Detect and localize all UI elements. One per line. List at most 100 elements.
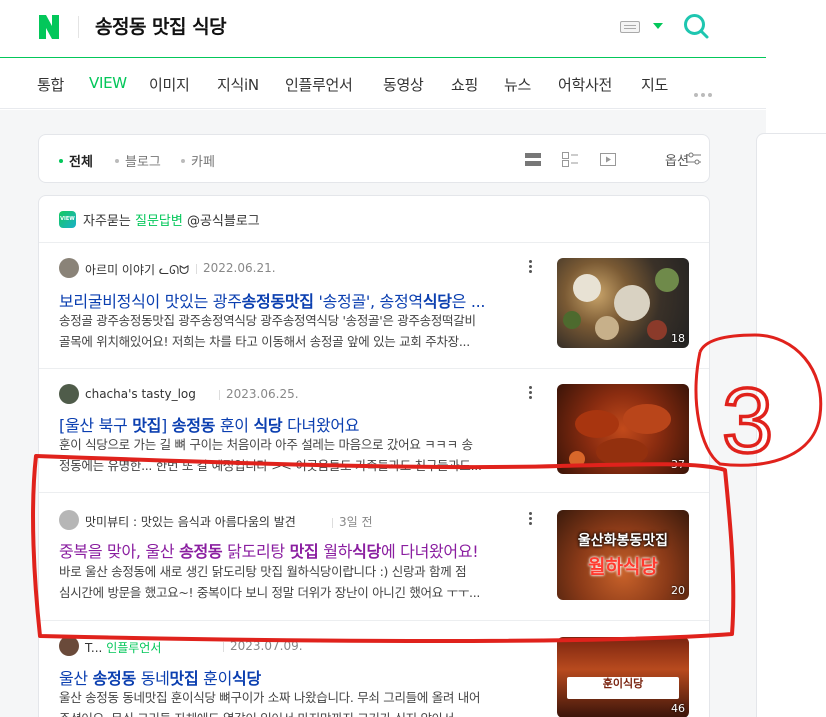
avatar[interactable] <box>59 258 79 278</box>
title-text: '송정골', 송정역 <box>313 292 424 311</box>
image-count: 18 <box>671 332 685 345</box>
desc-line: 골목에 위치해있어요! 저희는 차를 타고 이동해서 송정골 앞에 있는 교회 … <box>59 334 470 349</box>
desc-line: 주셨어요. 무쇠 그리들 자체에도 열감이 있어서 마지막까지 고기가 식지 않… <box>59 708 534 717</box>
tab-influencer[interactable]: 인플루언서 <box>285 74 353 95</box>
filter-cafe-label: 카페 <box>191 155 215 170</box>
options-icon[interactable] <box>687 152 701 165</box>
title-text: 월하 <box>318 542 353 561</box>
title-text: 보리굴비정식이 맛있는 광주 <box>59 292 242 311</box>
title-keyword: 식당 <box>422 292 452 311</box>
image-count: 46 <box>671 702 685 715</box>
more-options-icon[interactable] <box>529 260 533 274</box>
author-emoji: ᓚᘏᗢ <box>158 263 190 277</box>
title-keyword: 식당 <box>232 669 261 688</box>
title-text: 에 다녀왔어요! <box>380 542 479 561</box>
result-title[interactable]: 울산 송정동 동네맛집 훈이식당 <box>59 665 261 689</box>
result-item: chacha's tasty_log 2023.06.25. [울산 북구 맛집… <box>39 368 709 492</box>
result-author[interactable]: 아르미 이야기 ᓚᘏᗢ <box>85 261 189 278</box>
food-photo-icon <box>569 404 671 467</box>
title-text: [울산 북구 <box>59 416 133 435</box>
desc-line: 바로 울산 송정동에 새로 생긴 닭도리탕 맛집 월하식당이랍니다 :) 신랑과… <box>59 564 467 579</box>
title-keyword: 맛집 <box>289 542 319 561</box>
title-keyword: 맛집 <box>169 669 199 688</box>
desc-line: 심시간에 방문을 했고요~! 중복이다 보니 정말 더위가 장난이 아니긴 했어… <box>59 585 481 600</box>
more-options-icon[interactable] <box>529 512 533 526</box>
search-tabs: 통합 VIEW 이미지 지식iN 인플루언서 동영상 쇼핑 뉴스 어학사전 지도 <box>0 58 766 109</box>
options-button[interactable]: 옵션 <box>665 150 689 169</box>
title-text: 중복을 맞아, 울산 <box>59 542 180 561</box>
title-keyword: 송정동 <box>92 669 137 688</box>
result-description[interactable]: 바로 울산 송정동에 새로 생긴 닭도리탕 맛집 월하식당이랍니다 :) 신랑과… <box>59 561 534 603</box>
more-tabs-icon[interactable] <box>694 82 715 101</box>
result-date: 2023.07.09. <box>223 639 303 653</box>
title-keyword: 식당 <box>352 542 381 561</box>
filter-bar: 전체 블로그 카페 옵션 <box>38 134 710 183</box>
avatar[interactable] <box>59 510 79 530</box>
author-name: 아르미 이야기 <box>85 263 156 277</box>
tab-shopping[interactable]: 쇼핑 <box>451 74 478 95</box>
image-count: 20 <box>671 584 685 597</box>
right-panel-card <box>756 133 826 717</box>
tab-knowledge-in[interactable]: 지식iN <box>217 74 259 95</box>
thumbnail-view-icon[interactable] <box>562 152 578 167</box>
desc-line: 훈이 식당으로 가는 길 뼈 구이는 처음이라 아주 설레는 마음으로 갔어요 … <box>59 437 473 452</box>
tab-dictionary[interactable]: 어학사전 <box>558 74 612 95</box>
result-author[interactable]: 맛미뷰티 : 맛있는 음식과 아름다움의 발견 <box>85 513 296 530</box>
dot-icon <box>181 158 185 163</box>
image-count: 37 <box>671 458 685 471</box>
avatar[interactable] <box>59 636 79 656</box>
dot-icon <box>115 158 119 163</box>
result-title[interactable]: [울산 북구 맛집] 송정동 훈이 식당 다녀왔어요 <box>59 412 360 436</box>
thumbnail-caption: 월하식당 <box>588 556 658 578</box>
result-title[interactable]: 중복을 맞아, 울산 송정동 닭도리탕 맛집 월하식당에 다녀왔어요! <box>59 538 479 562</box>
food-photo-icon <box>563 268 679 340</box>
tab-all[interactable]: 통합 <box>37 74 64 95</box>
faq-prefix: 자주묻는 <box>83 214 131 229</box>
search-header: 송정동 맛집 식당 <box>0 0 766 58</box>
result-description[interactable]: 송정골 광주송정동맛집 광주송정역식당 광주송정역식당 '송정골'은 광주송정떡… <box>59 310 534 352</box>
filter-cafe[interactable]: 카페 <box>181 151 215 170</box>
result-description[interactable]: 울산 송정동 동네맛집 훈이식당 뼈구이가 소짜 나왔습니다. 무쇠 그리들에 … <box>59 687 534 717</box>
tab-images[interactable]: 이미지 <box>149 74 190 95</box>
title-keyword: 송정동맛집 <box>241 292 314 311</box>
more-options-icon[interactable] <box>529 386 533 400</box>
result-thumbnail[interactable]: 훈이식당 46 <box>557 637 689 717</box>
tab-view[interactable]: VIEW <box>89 74 127 92</box>
title-text: 닭도리탕 <box>222 542 290 561</box>
keyboard-icon[interactable] <box>620 21 640 33</box>
header-divider <box>78 16 79 38</box>
chevron-down-icon[interactable] <box>653 23 663 29</box>
influencer-badge: 인플루언서 <box>106 641 162 655</box>
author-name: T... <box>85 641 103 655</box>
desc-line: 송정골 광주송정동맛집 광주송정역식당 광주송정역식당 '송정골'은 광주송정떡… <box>59 313 476 328</box>
tab-map[interactable]: 지도 <box>641 74 668 95</box>
video-view-icon[interactable] <box>600 152 616 167</box>
result-item: T... 인플루언서 2023.07.09. 울산 송정동 동네맛집 훈이식당 … <box>39 620 709 717</box>
filter-blog-label: 블로그 <box>125 155 161 170</box>
tab-video[interactable]: 동영상 <box>383 74 424 95</box>
result-author[interactable]: T... 인플루언서 <box>85 639 161 656</box>
result-author[interactable]: chacha's tasty_log <box>85 387 196 401</box>
result-date: 2023.06.25. <box>219 387 299 401</box>
thumbnail-caption: 울산화봉동맛집 <box>577 533 669 549</box>
result-item: 맛미뷰티 : 맛있는 음식과 아름다움의 발견 3일 전 중복을 맞아, 울산 … <box>39 492 709 620</box>
search-icon[interactable] <box>682 12 710 40</box>
result-thumbnail[interactable]: 울산화봉동맛집 월하식당 20 <box>557 510 689 600</box>
result-thumbnail[interactable]: 18 <box>557 258 689 348</box>
faq-link[interactable]: 자주묻는 질문답변 @공식블로그 <box>83 210 260 229</box>
result-description[interactable]: 훈이 식당으로 가는 길 뼈 구이는 처음이라 아주 설레는 마음으로 갔어요 … <box>59 434 534 476</box>
title-keyword: 송정동 <box>171 416 216 435</box>
result-thumbnail[interactable]: 37 <box>557 384 689 474</box>
tab-news[interactable]: 뉴스 <box>504 74 531 95</box>
filter-blog[interactable]: 블로그 <box>115 151 161 170</box>
naver-logo[interactable] <box>37 14 61 40</box>
filter-all[interactable]: 전체 <box>59 151 93 170</box>
result-title[interactable]: 보리굴비정식이 맛있는 광주송정동맛집 '송정골', 송정역식당은 ... <box>59 288 486 312</box>
avatar[interactable] <box>59 384 79 404</box>
search-query[interactable]: 송정동 맛집 식당 <box>95 12 227 39</box>
list-view-icon[interactable] <box>525 152 541 167</box>
desc-line: 정동에는 유명한... 한번 또 갈 예정입니다 >< 이곳음들도 가족들과도 … <box>59 458 482 473</box>
title-text: ] <box>161 416 172 435</box>
title-text: 울산 <box>59 669 93 688</box>
dot-icon <box>59 158 63 163</box>
